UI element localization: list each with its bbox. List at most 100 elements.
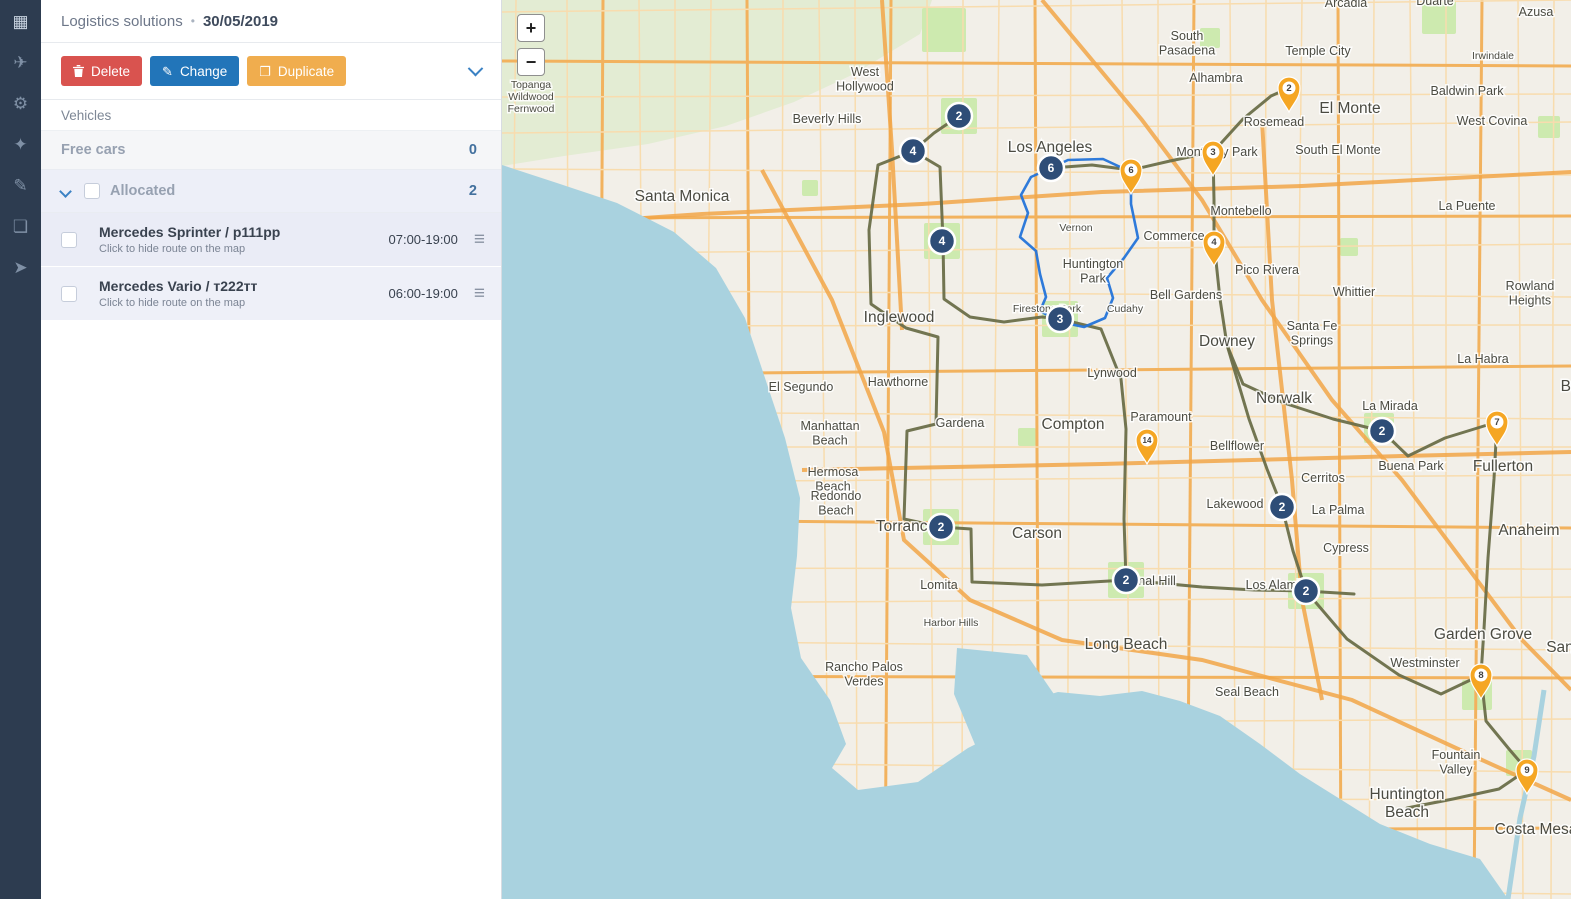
route-stop-cluster-marker[interactable]: 2 xyxy=(944,101,974,131)
zoom-in-button[interactable]: + xyxy=(517,14,545,42)
allocated-count: 2 xyxy=(468,183,477,199)
date-label[interactable]: 30/05/2019 xyxy=(203,13,278,30)
park-area xyxy=(802,180,818,196)
education-icon[interactable]: ✦ xyxy=(7,131,35,159)
route-stop-cluster-marker[interactable]: 2 xyxy=(1367,416,1397,446)
vehicle-name: Mercedes Sprinter / p111pp xyxy=(99,224,281,240)
map-place-label: Rosemead xyxy=(1244,115,1304,129)
map-place-label: Gardena xyxy=(936,416,985,430)
map-place-label: Cudahy xyxy=(1107,303,1144,315)
vehicle-route-toggle-hint[interactable]: Click to hide route on the map xyxy=(99,297,389,309)
map-place-label: La Puente xyxy=(1439,199,1496,213)
vehicle-row[interactable]: Mercedes Sprinter / p111pp Click to hide … xyxy=(41,213,501,267)
map-place-label: Inglewood xyxy=(864,309,935,326)
map-place-label: Seal Beach xyxy=(1215,685,1279,699)
map-place-label: Azusa xyxy=(1519,5,1554,19)
map-place-label: La Mirada xyxy=(1362,399,1418,413)
map-container[interactable]: Arcadia Duarte Azusa South Pasadena Temple Ci… xyxy=(502,0,1571,899)
map-place-label: West Covina xyxy=(1457,114,1528,128)
collapse-panel-chevron-icon[interactable] xyxy=(467,60,484,76)
allocated-checkbox[interactable] xyxy=(84,183,100,199)
delete-button-label: Delete xyxy=(91,63,131,79)
vehicle-checkbox[interactable] xyxy=(61,285,77,302)
map-place-label: Commerce xyxy=(1143,229,1204,243)
map-place-label: Buena Park xyxy=(1378,459,1444,473)
zoom-controls: + − xyxy=(517,14,545,76)
route-stop-cluster-marker[interactable]: 3 xyxy=(1045,304,1075,334)
svg-text:6: 6 xyxy=(1128,165,1133,176)
svg-text:7: 7 xyxy=(1494,417,1499,428)
delete-button[interactable]: Delete xyxy=(61,56,143,86)
route-stop-cluster-marker[interactable]: 2 xyxy=(1267,492,1297,522)
vehicle-name: Mercedes Vario / т222тт xyxy=(99,278,258,294)
left-panel: Logistics solutions • 30/05/2019 Delete … xyxy=(41,0,502,899)
svg-text:2: 2 xyxy=(1286,83,1291,94)
map-place-label: Brea xyxy=(1561,378,1571,395)
change-button[interactable]: ✎ Change xyxy=(150,56,240,86)
gear-icon[interactable]: ⚙ xyxy=(7,90,35,118)
vehicle-menu-icon[interactable]: ≡ xyxy=(474,284,485,303)
map-place-label: Montebello xyxy=(1210,204,1271,218)
map-place-label: Bell Gardens xyxy=(1150,288,1222,302)
map-place-label: Paramount xyxy=(1130,410,1192,424)
svg-text:4: 4 xyxy=(1211,237,1217,248)
route-stop-cluster-marker[interactable]: 6 xyxy=(1036,153,1066,183)
map-place-label: Santa Fe Springs xyxy=(1287,319,1338,347)
route-stop-cluster-marker[interactable]: 2 xyxy=(926,512,956,542)
map-place-label: Beverly Hills xyxy=(793,112,862,126)
plane-icon[interactable]: ✈ xyxy=(7,49,35,77)
vehicle-menu-icon[interactable]: ≡ xyxy=(474,230,485,249)
map-place-label: South El Monte xyxy=(1295,143,1381,157)
svg-text:3: 3 xyxy=(1057,312,1064,326)
vehicle-checkbox[interactable] xyxy=(61,231,77,248)
free-cars-row[interactable]: Free cars 0 xyxy=(41,131,501,170)
map-place-label: Anaheim xyxy=(1498,522,1559,539)
svg-text:2: 2 xyxy=(1303,584,1310,598)
map-place-label: Vernon xyxy=(1059,222,1092,234)
park-area xyxy=(1538,116,1560,138)
rocket-icon[interactable]: ➤ xyxy=(7,254,35,282)
icon-sidebar: ▦ ✈ ⚙ ✦ ✎ ❏ ➤ xyxy=(0,0,41,899)
vehicles-section-header: Vehicles xyxy=(41,100,501,131)
route-stop-cluster-marker[interactable]: 4 xyxy=(927,226,957,256)
map-place-label: Lakewood xyxy=(1207,497,1264,511)
allocated-label: Allocated xyxy=(110,183,176,199)
duplicate-button-label: Duplicate xyxy=(277,63,335,79)
vehicle-route-toggle-hint[interactable]: Click to hide route on the map xyxy=(99,243,389,255)
svg-text:3: 3 xyxy=(1210,147,1215,158)
free-cars-label: Free cars xyxy=(61,142,126,158)
map-place-label: Lynwood xyxy=(1087,366,1137,380)
vehicle-time-window: 06:00-19:00 xyxy=(388,286,458,301)
route-stop-cluster-marker[interactable]: 4 xyxy=(898,136,928,166)
map-place-label: Duarte xyxy=(1416,0,1454,8)
panel-header: Logistics solutions • 30/05/2019 xyxy=(41,0,501,43)
documents-icon[interactable]: ❏ xyxy=(7,213,35,241)
pencil-tools-icon[interactable]: ✎ xyxy=(7,172,35,200)
route-stop-cluster-marker[interactable]: 2 xyxy=(1111,565,1141,595)
vehicle-row[interactable]: Mercedes Vario / т222тт Click to hide rou… xyxy=(41,267,501,321)
map-place-label: Los Angeles xyxy=(1008,139,1093,156)
map-place-label: El Segundo xyxy=(769,380,834,394)
duplicate-button[interactable]: ❐ Duplicate xyxy=(247,56,347,86)
modules-icon[interactable]: ▦ xyxy=(7,8,35,36)
svg-text:14: 14 xyxy=(1143,436,1152,445)
zoom-out-button[interactable]: − xyxy=(517,48,545,76)
svg-text:2: 2 xyxy=(1279,500,1286,514)
map-place-label: Costa Mesa xyxy=(1495,821,1571,838)
app-root: ▦ ✈ ⚙ ✦ ✎ ❏ ➤ Logistics solutions • 30/05/2019… xyxy=(0,0,1571,899)
map-place-label: Downey xyxy=(1199,333,1255,350)
svg-text:4: 4 xyxy=(939,234,946,248)
allocated-row[interactable]: Allocated 2 xyxy=(41,170,501,213)
map-place-label: La Habra xyxy=(1457,352,1508,366)
route-stop-cluster-marker[interactable]: 2 xyxy=(1291,576,1321,606)
map-place-label: Whittier xyxy=(1333,285,1375,299)
vehicle-info: Mercedes Sprinter / p111pp Click to hide … xyxy=(99,224,389,255)
toolbar: Delete ✎ Change ❐ Duplicate xyxy=(41,43,501,100)
map-place-label: Cypress xyxy=(1323,541,1369,555)
map-place-label: Cerritos xyxy=(1301,471,1345,485)
chevron-down-icon[interactable] xyxy=(59,184,72,198)
map-place-label: Harbor Hills xyxy=(924,617,979,629)
map-place-label: Topanga Wildwood Fernwood xyxy=(508,79,555,115)
svg-text:4: 4 xyxy=(910,144,917,158)
svg-text:2: 2 xyxy=(1123,573,1130,587)
